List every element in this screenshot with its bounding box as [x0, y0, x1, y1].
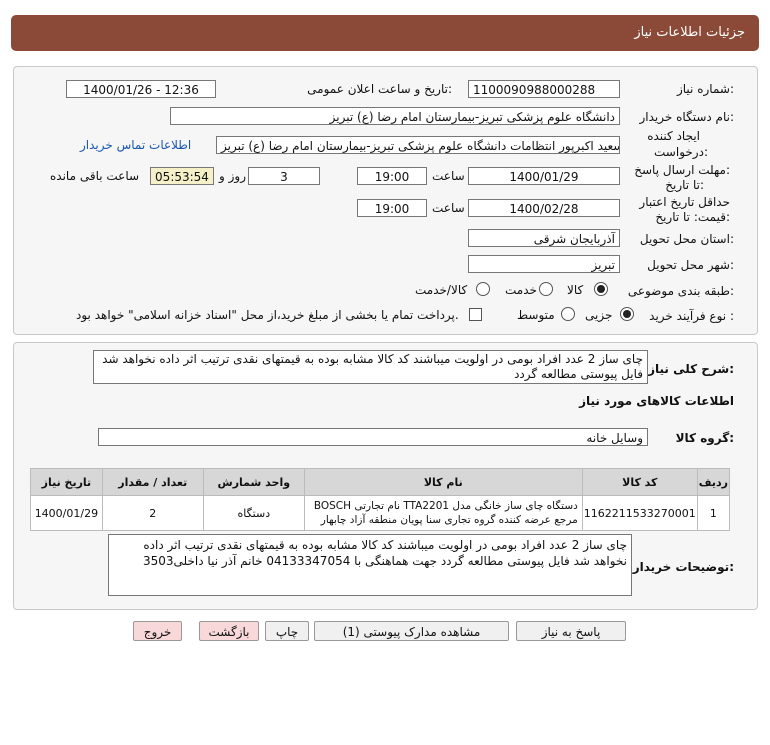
process-radio-minor[interactable]: [620, 307, 634, 321]
description-text: چای ساز 2 عدد افراد بومی در اولویت میباش…: [102, 352, 643, 381]
announce-label: تاریخ و ساعت اعلان عمومی:: [307, 82, 452, 96]
city-label: شهر محل تحویل:: [647, 258, 734, 272]
province-field: آذربایجان شرقی: [468, 229, 620, 247]
need-number-field: 1100090988000288: [468, 80, 620, 98]
cell-code: 1162211533270001: [581, 495, 698, 531]
page-header: جزئیات اطلاعات نیاز: [11, 15, 759, 51]
province-label: استان محل تحویل:: [639, 232, 734, 246]
category-radio-service[interactable]: [539, 282, 553, 296]
buyer-notes-label: توضیحات خریدار:: [632, 560, 734, 574]
goods-group-label: گروه کالا:: [675, 431, 734, 445]
view-attachments-button[interactable]: مشاهده مدارک پیوستی (1): [314, 621, 509, 641]
reply-button[interactable]: پاسخ به نیاز: [516, 621, 626, 641]
col-date: تاریخ نیاز: [30, 468, 103, 496]
treasury-payment-checkbox[interactable]: [469, 308, 482, 321]
cell-qty: 2: [101, 495, 204, 531]
contact-buyer-link[interactable]: اطلاعات تماس خریدار: [80, 138, 191, 152]
reply-time-field: 19:00: [357, 167, 427, 185]
col-unit: واحد شمارش: [202, 468, 305, 496]
buyer-notes-line1: چای ساز 2 عدد افراد بومی در اولویت میباش…: [143, 538, 627, 552]
creator-label-1: ایجاد کننده: [647, 129, 700, 143]
cell-index: 1: [696, 495, 731, 531]
page-title: جزئیات اطلاعات نیاز: [634, 25, 745, 40]
col-code: کد کالا: [581, 468, 698, 496]
reply-time-label: ساعت: [432, 169, 465, 183]
col-name: نام کالا: [303, 468, 583, 496]
treasury-payment-note: پرداخت تمام یا بخشی از مبلغ خرید،از محل …: [76, 308, 459, 322]
process-option-medium: متوسط: [517, 308, 555, 322]
description-label: شرح کلی نیاز:: [648, 362, 734, 376]
goods-table-header: ردیف کد کالا نام کالا واحد شمارش تعداد /…: [30, 468, 731, 496]
col-qty: تعداد / مقدار: [101, 468, 204, 496]
category-radio-goods-service[interactable]: [476, 282, 490, 296]
reply-deadline-label-2: تا تاریخ:: [665, 178, 704, 192]
cell-name-line1: دستگاه چای ساز خانگی مدل TTA2201 نام تجا…: [313, 500, 578, 512]
days-label: روز و: [219, 169, 246, 183]
creator-field: سعید اکبرپور انتظامات دانشگاه علوم پزشکی…: [216, 136, 620, 154]
days-remaining-field: 3: [248, 167, 320, 185]
process-option-minor: جزیی: [585, 308, 613, 322]
category-label: طبقه بندی موضوعی:: [627, 284, 734, 298]
process-radio-medium[interactable]: [561, 307, 575, 321]
buyer-org-label: نام دستگاه خریدار:: [639, 110, 735, 124]
need-number-label: شماره نیاز:: [676, 82, 734, 96]
goods-section-title: اطلاعات کالاهای مورد نیاز: [579, 394, 734, 408]
print-button[interactable]: چاپ: [265, 621, 309, 641]
goods-table: ردیف کد کالا نام کالا واحد شمارش تعداد /…: [30, 468, 731, 531]
buyer-notes-field: چای ساز 2 عدد افراد بومی در اولویت میباش…: [108, 534, 632, 596]
table-row: 1 1162211533270001 دستگاه چای ساز خانگی …: [30, 495, 731, 531]
exit-button[interactable]: خروج: [133, 621, 182, 641]
validity-time-field: 19:00: [357, 199, 427, 217]
buyer-notes-line2: نخواهد شد فایل پیوستی مطالعه گردد جهت هم…: [142, 554, 627, 568]
category-option-goods: کالا: [567, 283, 584, 297]
category-option-service: خدمت: [505, 283, 537, 297]
goods-group-field: وسایل خانه: [98, 428, 648, 446]
creator-label-2: درخواست:: [654, 145, 708, 159]
cell-unit: دستگاه: [202, 495, 305, 531]
category-option-goods-service: کالا/خدمت: [415, 283, 468, 297]
description-field: چای ساز 2 عدد افراد بومی در اولویت میباش…: [93, 350, 648, 384]
cell-date: 1400/01/29: [30, 495, 103, 531]
remaining-time-field: 05:53:54: [150, 167, 214, 185]
process-label: نوع فرآیند خرید :: [649, 309, 734, 323]
validity-label-1: حداقل تاریخ اعتبار: [639, 195, 730, 209]
buyer-org-field: دانشگاه علوم پزشکی تبریز-بیمارستان امام …: [170, 107, 620, 125]
cell-name: دستگاه چای ساز خانگی مدل TTA2201 نام تجا…: [303, 495, 583, 531]
city-field: تبریز: [468, 255, 620, 273]
announce-datetime-field: 1400/01/26 - 12:36: [66, 80, 216, 98]
remaining-time-label: ساعت باقی مانده: [50, 169, 140, 183]
validity-time-label: ساعت: [432, 201, 465, 215]
validity-date-field: 1400/02/28: [468, 199, 620, 217]
cell-name-line2: مرجع عرضه کننده گروه تجاری سنا پویان منط…: [320, 514, 578, 526]
category-radio-goods[interactable]: [594, 282, 608, 296]
back-button[interactable]: بازگشت: [199, 621, 259, 641]
col-index: ردیف: [696, 468, 731, 496]
validity-label-2: قیمت: تا تاریخ:: [655, 210, 730, 224]
reply-date-field: 1400/01/29: [468, 167, 620, 185]
reply-deadline-label-1: مهلت ارسال پاسخ:: [634, 163, 730, 177]
